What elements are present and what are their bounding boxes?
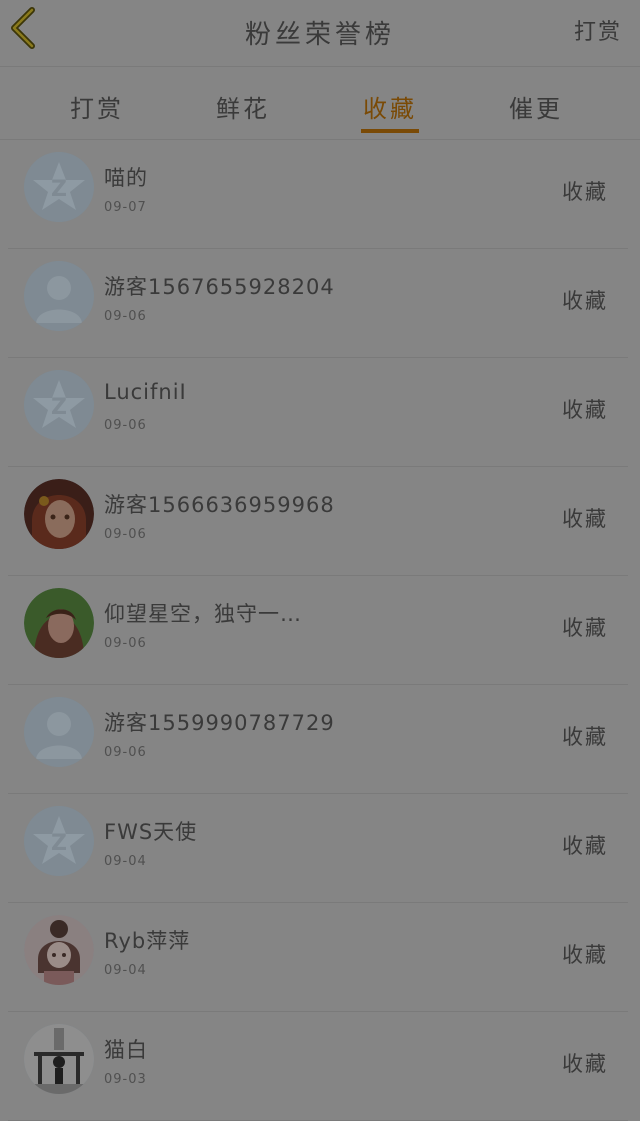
list-item[interactable]: Z 喵的 09-07 收藏 bbox=[0, 140, 640, 249]
anime-character-avatar-icon bbox=[24, 915, 94, 985]
svg-text:Z: Z bbox=[51, 831, 67, 856]
favorite-date: 09-06 bbox=[104, 636, 147, 651]
reward-button[interactable]: 打赏 bbox=[574, 14, 622, 46]
avatar[interactable] bbox=[24, 588, 94, 658]
avatar[interactable] bbox=[24, 479, 94, 549]
default-person-avatar-icon bbox=[24, 261, 94, 331]
tab-reward[interactable]: 打赏 bbox=[37, 89, 157, 124]
tab-flowers[interactable]: 鲜花 bbox=[183, 89, 303, 124]
favorite-date: 09-06 bbox=[104, 745, 147, 760]
svg-text:Z: Z bbox=[51, 395, 67, 420]
favorite-date: 09-06 bbox=[104, 309, 147, 324]
active-tab-indicator bbox=[361, 129, 419, 133]
avatar[interactable] bbox=[24, 697, 94, 767]
favorite-date: 09-06 bbox=[104, 527, 147, 542]
user-name: 仰望星空，独守一… bbox=[104, 602, 302, 626]
favorite-label: 收藏 bbox=[562, 1052, 608, 1076]
avatar[interactable]: Z bbox=[24, 152, 94, 222]
page-title: 粉丝荣誉榜 bbox=[244, 20, 395, 50]
user-name: 喵的 bbox=[104, 166, 148, 190]
list-item[interactable]: 游客1567655928204 09-06 收藏 bbox=[0, 249, 640, 358]
avatar[interactable] bbox=[24, 1024, 94, 1094]
tab-favorites[interactable]: 收藏 bbox=[330, 89, 450, 124]
svg-text:Z: Z bbox=[51, 177, 67, 202]
girl-photo-avatar-icon bbox=[24, 588, 94, 658]
default-star-avatar-icon: Z bbox=[24, 152, 94, 222]
avatar[interactable]: Z bbox=[24, 370, 94, 440]
favorite-label: 收藏 bbox=[562, 398, 608, 422]
favorite-label: 收藏 bbox=[562, 725, 608, 749]
favorite-label: 收藏 bbox=[562, 943, 608, 967]
list-item[interactable]: Z FWS天使 09-04 收藏 bbox=[0, 794, 640, 903]
list-item[interactable]: 游客1566636959968 09-06 收藏 bbox=[0, 467, 640, 576]
favorite-label: 收藏 bbox=[562, 180, 608, 204]
user-name: FWS天使 bbox=[104, 820, 198, 844]
anime-girl-avatar-icon bbox=[24, 479, 94, 549]
default-star-avatar-icon: Z bbox=[24, 806, 94, 876]
black-white-photo-avatar-icon bbox=[24, 1024, 94, 1094]
tab-urge-update[interactable]: 催更 bbox=[476, 89, 596, 124]
favorite-label: 收藏 bbox=[562, 834, 608, 858]
list-item[interactable]: 游客1559990787729 09-06 收藏 bbox=[0, 685, 640, 794]
favorite-date: 09-06 bbox=[104, 418, 147, 433]
avatar[interactable]: Z bbox=[24, 806, 94, 876]
user-name: 游客1559990787729 bbox=[104, 711, 335, 735]
user-name: Ryb萍萍 bbox=[104, 929, 191, 953]
favorite-date: 09-04 bbox=[104, 963, 147, 978]
favorite-label: 收藏 bbox=[562, 616, 608, 640]
default-person-avatar-icon bbox=[24, 697, 94, 767]
favorite-date: 09-04 bbox=[104, 854, 147, 869]
favorite-label: 收藏 bbox=[562, 289, 608, 313]
user-name: LucifniI bbox=[104, 380, 187, 404]
top-bar: 粉丝荣誉榜 打赏 bbox=[0, 0, 640, 67]
user-name: 猫白 bbox=[104, 1038, 148, 1062]
user-name: 游客1567655928204 bbox=[104, 275, 335, 299]
list-item[interactable]: Z LucifniI 09-06 收藏 bbox=[0, 358, 640, 467]
tab-bar: 打赏 鲜花 收藏 催更 bbox=[0, 67, 640, 140]
default-star-avatar-icon: Z bbox=[24, 370, 94, 440]
favorite-date: 09-07 bbox=[104, 200, 147, 215]
list-item[interactable]: Ryb萍萍 09-04 收藏 bbox=[0, 903, 640, 1012]
avatar[interactable] bbox=[24, 915, 94, 985]
list-item[interactable]: 仰望星空，独守一… 09-06 收藏 bbox=[0, 576, 640, 685]
favorite-date: 09-03 bbox=[104, 1072, 147, 1087]
list-item[interactable]: 猫白 09-03 收藏 bbox=[0, 1012, 640, 1121]
avatar[interactable] bbox=[24, 261, 94, 331]
favorite-label: 收藏 bbox=[562, 507, 608, 531]
user-name: 游客1566636959968 bbox=[104, 493, 335, 517]
